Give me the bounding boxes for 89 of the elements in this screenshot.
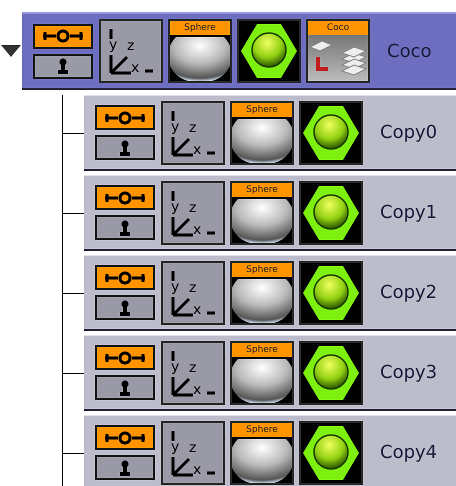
geometry-tag: Sphere: [232, 182, 292, 196]
geometry-tile[interactable]: Sphere: [230, 260, 294, 324]
geometry-tag: Sphere: [170, 21, 230, 35]
geometry-tile[interactable]: Sphere: [168, 19, 232, 83]
link-icon: [103, 190, 147, 204]
axes-tile[interactable]: y z x: [161, 420, 225, 484]
person-icon: [57, 58, 69, 74]
axis-label: z: [189, 120, 196, 134]
axis-label: y: [109, 38, 118, 52]
axis-label: z: [127, 39, 134, 53]
node-label: Copy1: [380, 202, 438, 223]
axis-label: y: [171, 440, 180, 454]
axes-icon: [169, 268, 217, 316]
person-icon: [119, 460, 131, 476]
material-tile[interactable]: [299, 340, 363, 404]
link-toggle[interactable]: [95, 425, 155, 450]
link-icon: [103, 430, 147, 444]
person-toggle[interactable]: [95, 215, 155, 240]
child-node-row[interactable]: y z x Sphere Copy4: [84, 415, 456, 486]
link-toggle[interactable]: [95, 105, 155, 130]
material-tile[interactable]: [299, 180, 363, 244]
axes-icon: [169, 428, 217, 476]
link-toggle[interactable]: [95, 265, 155, 290]
node-label: Coco: [387, 40, 432, 62]
material-tile[interactable]: [299, 260, 363, 324]
axes-tile[interactable]: y z x: [161, 340, 225, 404]
child-node-row[interactable]: y z x Sphere Copy3: [84, 335, 456, 411]
axes-tile[interactable]: y z x: [99, 19, 163, 83]
geometry-tile[interactable]: Sphere: [230, 100, 294, 164]
person-toggle[interactable]: [95, 135, 155, 160]
child-node-row[interactable]: y z x Sphere Copy1: [84, 175, 456, 251]
axis-label: z: [189, 440, 196, 454]
link-icon: [103, 110, 147, 124]
link-toggle[interactable]: [33, 24, 93, 48]
axis-label: x: [193, 302, 202, 316]
material-icon: [239, 21, 299, 81]
geometry-tag: Sphere: [232, 262, 292, 276]
axes-icon: [107, 27, 155, 75]
material-tile[interactable]: [299, 420, 363, 484]
link-toggle[interactable]: [95, 345, 155, 370]
root-node-row[interactable]: y z x Sphere Coco Coco: [22, 12, 456, 90]
layers-icon: [308, 35, 368, 81]
geometry-tile[interactable]: Sphere: [230, 340, 294, 404]
axis-label: z: [189, 360, 196, 374]
axis-label: x: [193, 142, 202, 156]
axis-label: z: [189, 280, 196, 294]
axes-tile[interactable]: y z x: [161, 260, 225, 324]
texture-tile[interactable]: Coco: [306, 19, 370, 83]
person-icon: [119, 380, 131, 396]
axes-icon: [169, 108, 217, 156]
person-toggle[interactable]: [33, 54, 93, 78]
axis-label: z: [189, 200, 196, 214]
person-icon: [119, 220, 131, 236]
material-tile[interactable]: [237, 19, 301, 83]
person-toggle[interactable]: [95, 455, 155, 480]
link-toggle[interactable]: [95, 185, 155, 210]
link-icon: [103, 350, 147, 364]
axis-label: y: [171, 280, 180, 294]
geometry-tile[interactable]: Sphere: [230, 180, 294, 244]
geometry-tag: Sphere: [232, 102, 292, 116]
expand-arrow-icon[interactable]: [0, 44, 22, 58]
geometry-tag: Sphere: [232, 422, 292, 436]
child-node-row[interactable]: y z x Sphere Copy2: [84, 255, 456, 331]
material-tile[interactable]: [299, 100, 363, 164]
person-icon: [119, 300, 131, 316]
axes-tile[interactable]: y z x: [161, 100, 225, 164]
child-node-row[interactable]: y z x Sphere Copy0: [84, 95, 456, 171]
link-icon: [103, 270, 147, 284]
geometry-tag: Sphere: [232, 342, 292, 356]
axes-icon: [169, 348, 217, 396]
node-label: Copy2: [380, 282, 438, 303]
axis-label: x: [131, 61, 140, 75]
axes-tile[interactable]: y z x: [161, 180, 225, 244]
axes-icon: [169, 188, 217, 236]
node-label: Copy3: [380, 362, 438, 383]
person-toggle[interactable]: [95, 295, 155, 320]
axis-label: x: [193, 222, 202, 236]
node-label: Copy0: [380, 122, 438, 143]
axis-label: y: [171, 200, 180, 214]
person-icon: [119, 140, 131, 156]
geometry-tile[interactable]: Sphere: [230, 420, 294, 484]
axis-label: x: [193, 382, 202, 396]
axis-label: y: [171, 360, 180, 374]
person-toggle[interactable]: [95, 375, 155, 400]
texture-tag: Coco: [308, 21, 368, 35]
axis-label: y: [171, 120, 180, 134]
link-icon: [41, 29, 85, 43]
axis-label: x: [193, 462, 202, 476]
node-label: Copy4: [380, 442, 438, 463]
